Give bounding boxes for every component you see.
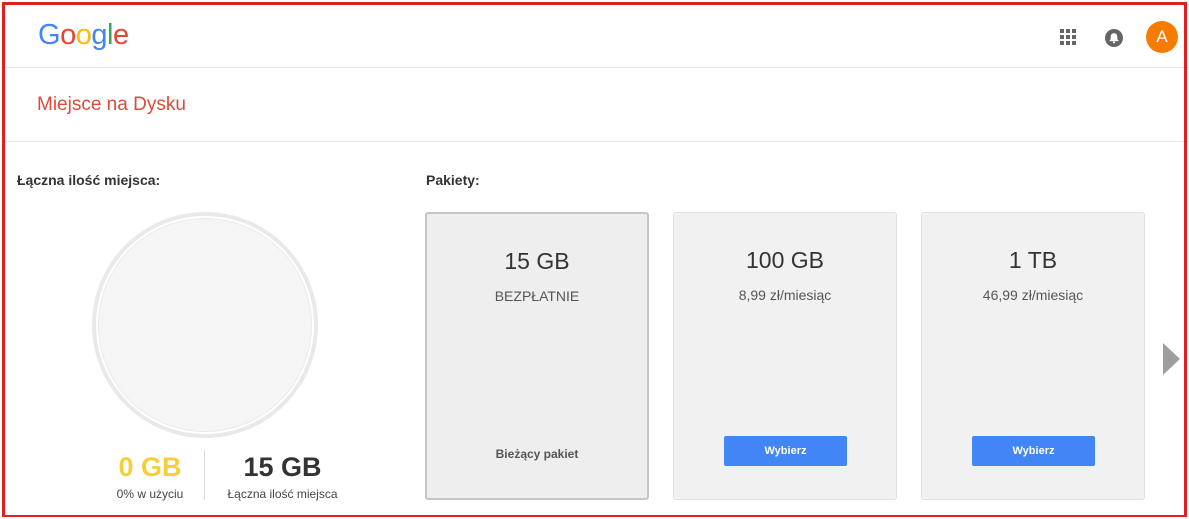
logo-letter: o — [75, 19, 92, 51]
packages-heading: Pakiety: — [426, 172, 480, 188]
current-plan-label: Bieżący pakiet — [495, 447, 579, 461]
used-storage-value: 0 GB — [118, 452, 182, 482]
total-storage-caption: Łączna ilość miejsca — [227, 487, 338, 501]
logo-letter: g — [91, 19, 107, 51]
top-header: Google A — [5, 5, 1189, 68]
storage-heading: Łączna ilość miejsca: — [17, 172, 161, 188]
total-storage-stat: 15 GB Łączna ilość miejsca — [210, 452, 355, 501]
title-bar: Miejsce na Dysku — [5, 68, 1189, 142]
plan-size: 100 GB — [746, 247, 824, 273]
plan-size: 1 TB — [1008, 247, 1058, 273]
choose-plan-button[interactable]: Wybierz — [972, 436, 1095, 466]
logo-letter: e — [112, 19, 129, 51]
account-avatar[interactable]: A — [1146, 21, 1178, 53]
plan-price: 46,99 zł/miesiąc — [982, 287, 1084, 303]
stat-divider — [204, 450, 205, 500]
plan-card-1tb: 1 TB 46,99 zł/miesiąc Wybierz — [921, 212, 1145, 500]
apps-grid-icon[interactable] — [1060, 29, 1076, 45]
page-title: Miejsce na Dysku — [37, 94, 186, 115]
logo-letter: o — [60, 19, 76, 51]
total-storage-value: 15 GB — [243, 452, 322, 482]
bell-icon[interactable] — [1104, 28, 1124, 48]
plan-card-100gb: 100 GB 8,99 zł/miesiąc Wybierz — [673, 212, 897, 500]
avatar-letter: A — [1156, 27, 1168, 46]
plan-price: 8,99 zł/miesiąc — [738, 287, 832, 303]
storage-usage-chart — [92, 212, 318, 438]
storage-usage-chart-inner — [96, 216, 314, 434]
used-storage-stat: 0 GB 0% w użyciu — [100, 452, 200, 501]
logo-letter: G — [38, 19, 61, 51]
used-storage-caption: 0% w użyciu — [116, 487, 184, 501]
google-logo[interactable]: Google — [38, 19, 129, 52]
plan-card-15gb: 15 GB BEZPŁATNIE Bieżący pakiet — [425, 212, 649, 500]
choose-plan-button[interactable]: Wybierz — [724, 436, 847, 466]
chevron-right-icon[interactable] — [1163, 343, 1180, 375]
plan-size: 15 GB — [504, 248, 570, 274]
plan-price: BEZPŁATNIE — [494, 288, 580, 304]
